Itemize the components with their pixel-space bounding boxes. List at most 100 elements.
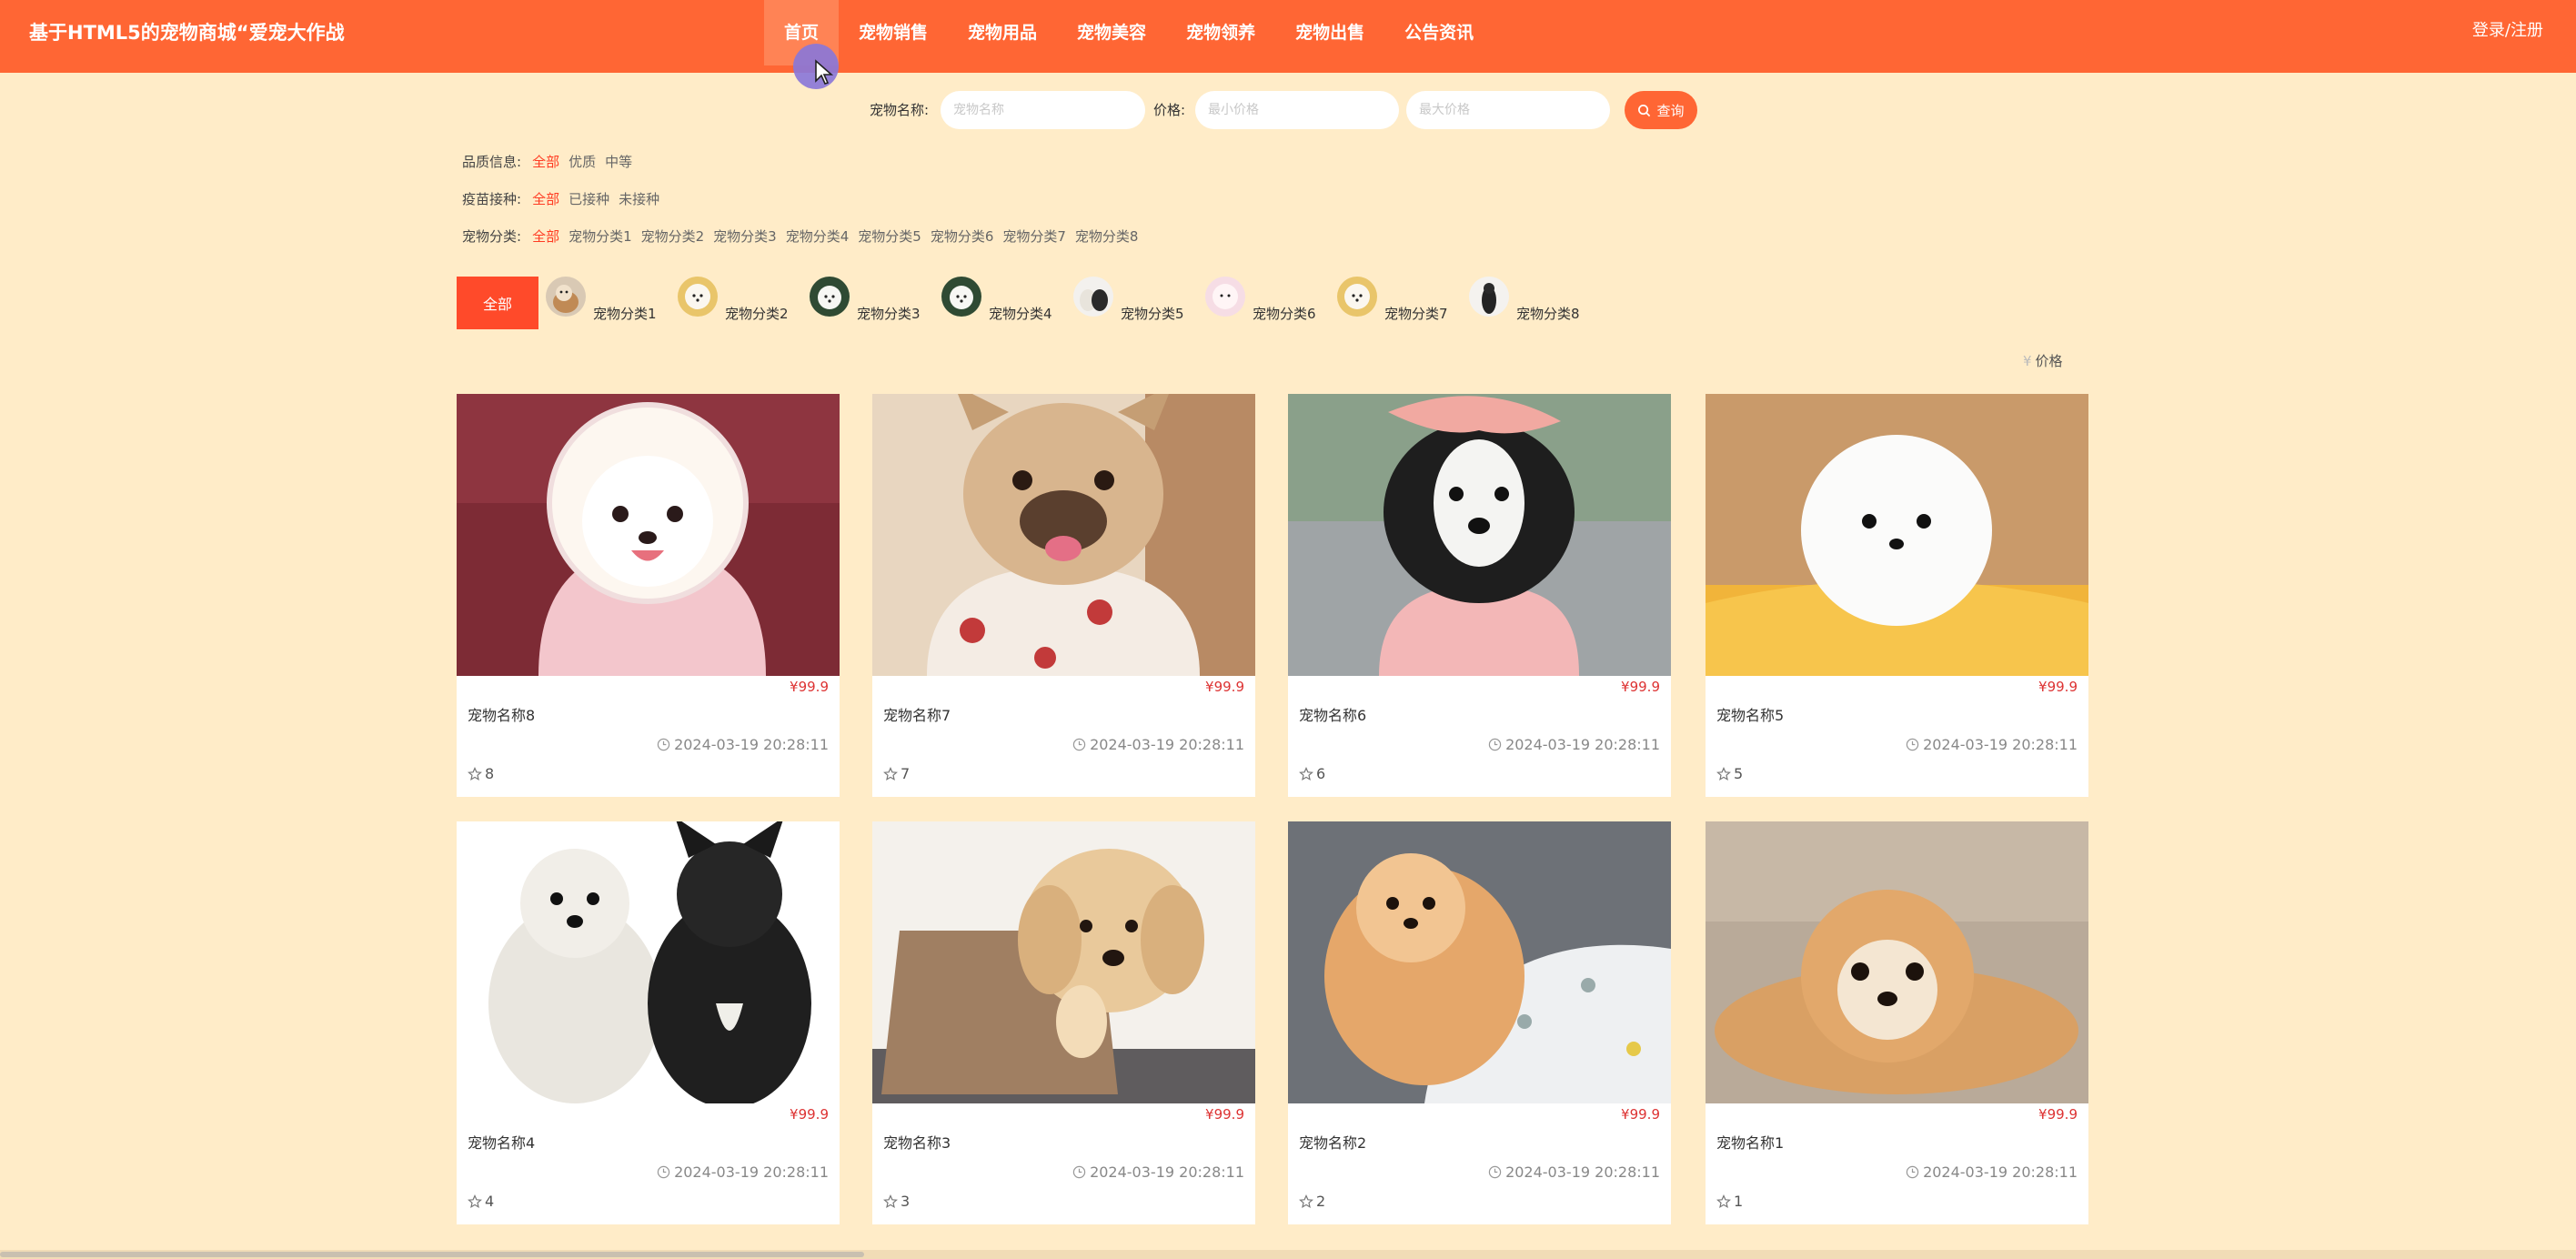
product-image [872,394,1255,676]
vaccine-option-vaccinated[interactable]: 已接种 [569,188,609,210]
product-time-text: 2024-03-19 20:28:11 [1090,1163,1244,1181]
category-option-7[interactable]: 宠物分类7 [1002,226,1066,247]
product-likes[interactable]: 3 [883,1193,910,1210]
product-likes[interactable]: 5 [1716,765,1743,782]
product-likes-count: 5 [1734,765,1744,782]
category-option-1[interactable]: 宠物分类1 [569,226,632,247]
category-thumbnail [810,277,850,317]
category-strip: 全部 宠物分类1 宠物分类2 宠物分类3 宠物分类4 宠物分类5 宠物分类6 宠… [457,275,1601,329]
category-option-5[interactable]: 宠物分类5 [858,226,921,247]
category-option-all[interactable]: 全部 [532,226,559,247]
product-likes[interactable]: 7 [883,765,910,782]
product-time-text: 2024-03-19 20:28:11 [1090,736,1244,753]
category-option-2[interactable]: 宠物分类2 [641,226,705,247]
category-thumbnail [1469,277,1509,317]
product-likes-count: 8 [485,765,495,782]
product-name: 宠物名称3 [883,1134,951,1152]
star-icon [883,766,898,781]
product-time-text: 2024-03-19 20:28:11 [1505,736,1660,753]
product-name: 宠物名称8 [468,707,536,724]
star-icon [1716,766,1731,781]
star-icon [883,1194,898,1208]
product-image [457,394,840,676]
product-likes[interactable]: 1 [1716,1193,1743,1210]
clock-icon [1488,1165,1502,1179]
nav-item-announcements[interactable]: 公告资讯 [1384,0,1494,65]
clock-icon [1906,1165,1919,1179]
max-price-input[interactable] [1406,91,1610,129]
product-card[interactable]: ¥99.9 宠物名称3 2024-03-19 20:28:11 3 [872,821,1255,1224]
product-likes[interactable]: 2 [1299,1193,1325,1210]
category-tab-1[interactable]: 宠物分类1 [546,277,678,329]
product-image [1706,394,2088,676]
vaccine-option-unvaccinated[interactable]: 未接种 [619,188,659,210]
category-tab-7[interactable]: 宠物分类7 [1337,277,1469,329]
sort-by-price[interactable]: ¥ 价格 [2023,351,2063,370]
category-option-6[interactable]: 宠物分类6 [931,226,994,247]
product-time: 2024-03-19 20:28:11 [657,736,829,753]
category-tab-2[interactable]: 宠物分类2 [678,277,810,329]
category-tab-5[interactable]: 宠物分类5 [1073,277,1205,329]
quality-option-premium[interactable]: 优质 [569,151,596,173]
product-likes[interactable]: 6 [1299,765,1325,782]
category-thumbnail [546,277,586,317]
category-tab-label: 宠物分类8 [1516,306,1580,322]
min-price-input[interactable] [1195,91,1399,129]
category-thumbnail [1205,277,1245,317]
category-tab-all[interactable]: 全部 [457,277,538,329]
query-button[interactable]: 查询 [1625,91,1697,129]
category-option-4[interactable]: 宠物分类4 [786,226,850,247]
category-thumbnail [1073,277,1113,317]
category-thumbnail [941,277,981,317]
product-price: ¥99.9 [790,679,829,695]
product-card[interactable]: ¥99.9 宠物名称2 2024-03-19 20:28:11 2 [1288,821,1671,1224]
category-option-3[interactable]: 宠物分类3 [713,226,777,247]
quality-option-medium[interactable]: 中等 [605,151,632,173]
product-time: 2024-03-19 20:28:11 [1072,1163,1244,1181]
top-navigation-bar: 基于HTML5的宠物商城“爱宠大作战 首页 宠物销售 宠物用品 宠物美容 宠物领… [0,0,2576,73]
product-card[interactable]: ¥99.9 宠物名称5 2024-03-19 20:28:11 5 [1706,394,2088,797]
product-time-text: 2024-03-19 20:28:11 [1923,1163,2078,1181]
nav-item-pet-sales[interactable]: 宠物销售 [839,0,948,65]
product-time-text: 2024-03-19 20:28:11 [674,736,829,753]
clock-icon [1072,738,1086,751]
pet-name-input[interactable] [941,91,1145,129]
nav-item-pet-grooming[interactable]: 宠物美容 [1057,0,1166,65]
category-tab-8[interactable]: 宠物分类8 [1469,277,1601,329]
product-name: 宠物名称5 [1716,707,1785,724]
quality-option-all[interactable]: 全部 [532,151,559,173]
product-price: ¥99.9 [1205,679,1244,695]
clock-icon [657,1165,670,1179]
product-card[interactable]: ¥99.9 宠物名称1 2024-03-19 20:28:11 1 [1706,821,2088,1224]
product-card[interactable]: ¥99.9 宠物名称4 2024-03-19 20:28:11 4 [457,821,840,1224]
category-option-8[interactable]: 宠物分类8 [1075,226,1139,247]
nav-item-pet-supplies[interactable]: 宠物用品 [948,0,1057,65]
category-thumbnail [1337,277,1377,317]
category-filter: 宠物分类: 全部 宠物分类1 宠物分类2 宠物分类3 宠物分类4 宠物分类5 宠… [462,226,1147,247]
pet-name-label: 宠物名称: [870,102,930,118]
product-likes-count: 3 [901,1193,911,1210]
product-price: ¥99.9 [2038,679,2078,695]
clock-icon [1072,1165,1086,1179]
product-card[interactable]: ¥99.9 宠物名称8 2024-03-19 20:28:11 8 [457,394,840,797]
scrollbar-thumb[interactable] [0,1252,864,1257]
category-tab-3[interactable]: 宠物分类3 [810,277,941,329]
nav-item-pet-adoption[interactable]: 宠物领养 [1166,0,1275,65]
vaccine-option-all[interactable]: 全部 [532,188,559,210]
search-icon [1638,104,1651,116]
product-card[interactable]: ¥99.9 宠物名称6 2024-03-19 20:28:11 6 [1288,394,1671,797]
login-register-link[interactable]: 登录/注册 [2472,0,2543,62]
nav-item-pet-selling[interactable]: 宠物出售 [1275,0,1384,65]
category-tab-4[interactable]: 宠物分类4 [941,277,1073,329]
sort-price-label: 价格 [2035,353,2063,369]
site-title[interactable]: 基于HTML5的宠物商城“爱宠大作战 [29,0,345,65]
product-likes[interactable]: 4 [468,1193,494,1210]
product-price: ¥99.9 [1205,1106,1244,1123]
mouse-cursor-icon [815,59,834,85]
product-likes-count: 6 [1316,765,1326,782]
category-tab-6[interactable]: 宠物分类6 [1205,277,1337,329]
product-price: ¥99.9 [1621,679,1660,695]
star-icon [1299,1194,1313,1208]
product-likes[interactable]: 8 [468,765,494,782]
product-card[interactable]: ¥99.9 宠物名称7 2024-03-19 20:28:11 7 [872,394,1255,797]
